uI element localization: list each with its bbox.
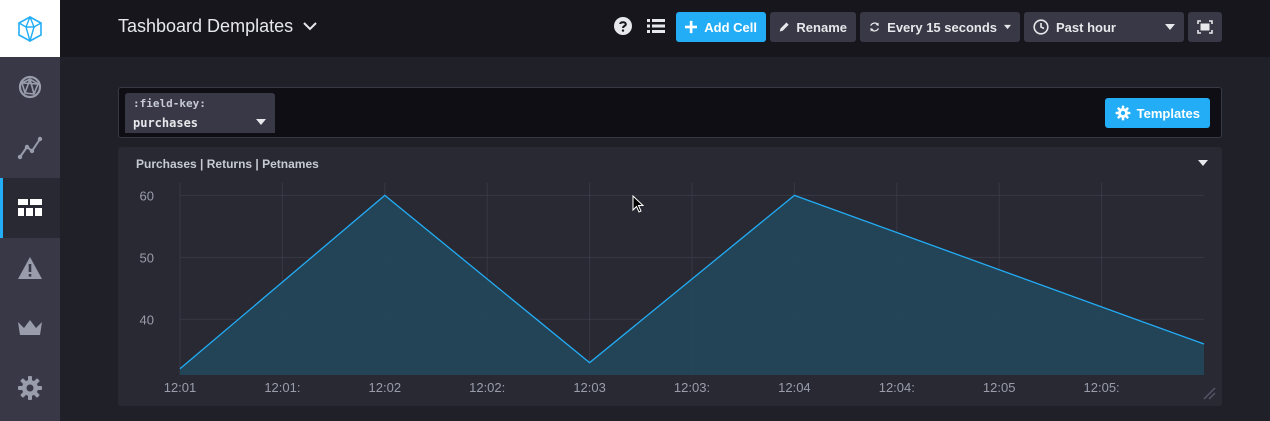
dashboard-cell[interactable]: Purchases | Returns | Petnames 40 50 60 12:… (118, 147, 1222, 406)
template-control-bar: :field-key: purchases Templates (118, 87, 1222, 138)
template-variables-button[interactable] (647, 17, 665, 35)
rename-label: Rename (796, 19, 847, 35)
template-variable-key: :field-key: (133, 97, 206, 110)
y-tick-label: 40 (140, 312, 154, 327)
x-tick-label: 12:02 (369, 380, 402, 395)
logo[interactable] (0, 0, 60, 57)
sidebar (0, 0, 60, 421)
sidebar-item-dashboards[interactable] (0, 178, 60, 238)
x-tick-label: 12:02: (469, 380, 505, 395)
x-tick-label: 12:05 (983, 380, 1016, 395)
planet-icon (18, 75, 42, 99)
influx-logo-icon (18, 15, 42, 42)
sidebar-item-admin[interactable] (0, 298, 60, 358)
y-tick-label: 60 (140, 188, 154, 203)
dashboard-title-dropdown[interactable]: Tashboard Demplates (118, 16, 317, 37)
templates-button-label: Templates (1136, 105, 1200, 121)
x-tick-label: 12:05: (1084, 380, 1120, 395)
pencil-icon (779, 22, 789, 32)
crown-icon (18, 320, 42, 335)
x-tick-label: 12:03: (674, 380, 710, 395)
time-range-dropdown[interactable]: Past hour (1024, 12, 1184, 42)
alert-triangle-icon (18, 257, 42, 279)
template-variable-dropdown[interactable]: purchases (125, 112, 275, 133)
auto-refresh-dropdown[interactable]: Every 15 seconds (860, 12, 1020, 42)
rename-button[interactable]: Rename (770, 12, 856, 42)
sidebar-item-data-explorer[interactable] (0, 118, 60, 178)
resize-handle-icon[interactable] (1202, 386, 1216, 400)
fullscreen-button[interactable] (1188, 12, 1222, 42)
x-tick-label: 12:04: (879, 380, 915, 395)
gear-icon (18, 376, 42, 400)
caret-down-icon (1165, 24, 1175, 30)
help-button[interactable] (614, 17, 632, 35)
list-icon (647, 19, 665, 33)
page-header: Tashboard Demplates Add Cell Rename Ever… (60, 0, 1270, 57)
time-range-label: Past hour (1056, 19, 1116, 35)
sidebar-item-alerting[interactable] (0, 238, 60, 298)
clock-icon (1033, 19, 1049, 35)
add-cell-label: Add Cell (704, 19, 757, 35)
auto-refresh-label: Every 15 seconds (887, 19, 998, 35)
x-tick-label: 12:01: (264, 380, 300, 395)
area-chart[interactable]: 40 50 60 12:01 12:01: 12:02 12:02: 12:03 12:03: 1… (118, 147, 1222, 406)
page-title: Tashboard Demplates (118, 16, 294, 36)
x-tick-label: 12:03 (573, 380, 606, 395)
fullscreen-icon (1197, 20, 1213, 34)
mouse-cursor-icon (632, 195, 644, 213)
chevron-down-icon (303, 22, 317, 31)
caret-down-icon (1004, 24, 1011, 30)
templates-button[interactable]: Templates (1104, 98, 1210, 128)
x-tick-label: 12:04 (778, 380, 811, 395)
x-tick-label: 12:01 (164, 380, 197, 395)
template-variable-control: :field-key: purchases (125, 93, 275, 133)
question-circle-icon (614, 17, 632, 35)
add-cell-button[interactable]: Add Cell (676, 12, 766, 42)
plus-icon (685, 20, 698, 34)
y-tick-label: 50 (140, 250, 154, 265)
sidebar-item-host[interactable] (0, 57, 60, 117)
sidebar-item-config[interactable] (0, 358, 60, 418)
template-variable-value: purchases (133, 116, 199, 130)
graph-icon (17, 136, 43, 160)
refresh-icon (870, 22, 879, 32)
dashboards-icon (18, 199, 42, 216)
gear-icon (1115, 105, 1131, 121)
caret-down-icon (256, 119, 266, 125)
